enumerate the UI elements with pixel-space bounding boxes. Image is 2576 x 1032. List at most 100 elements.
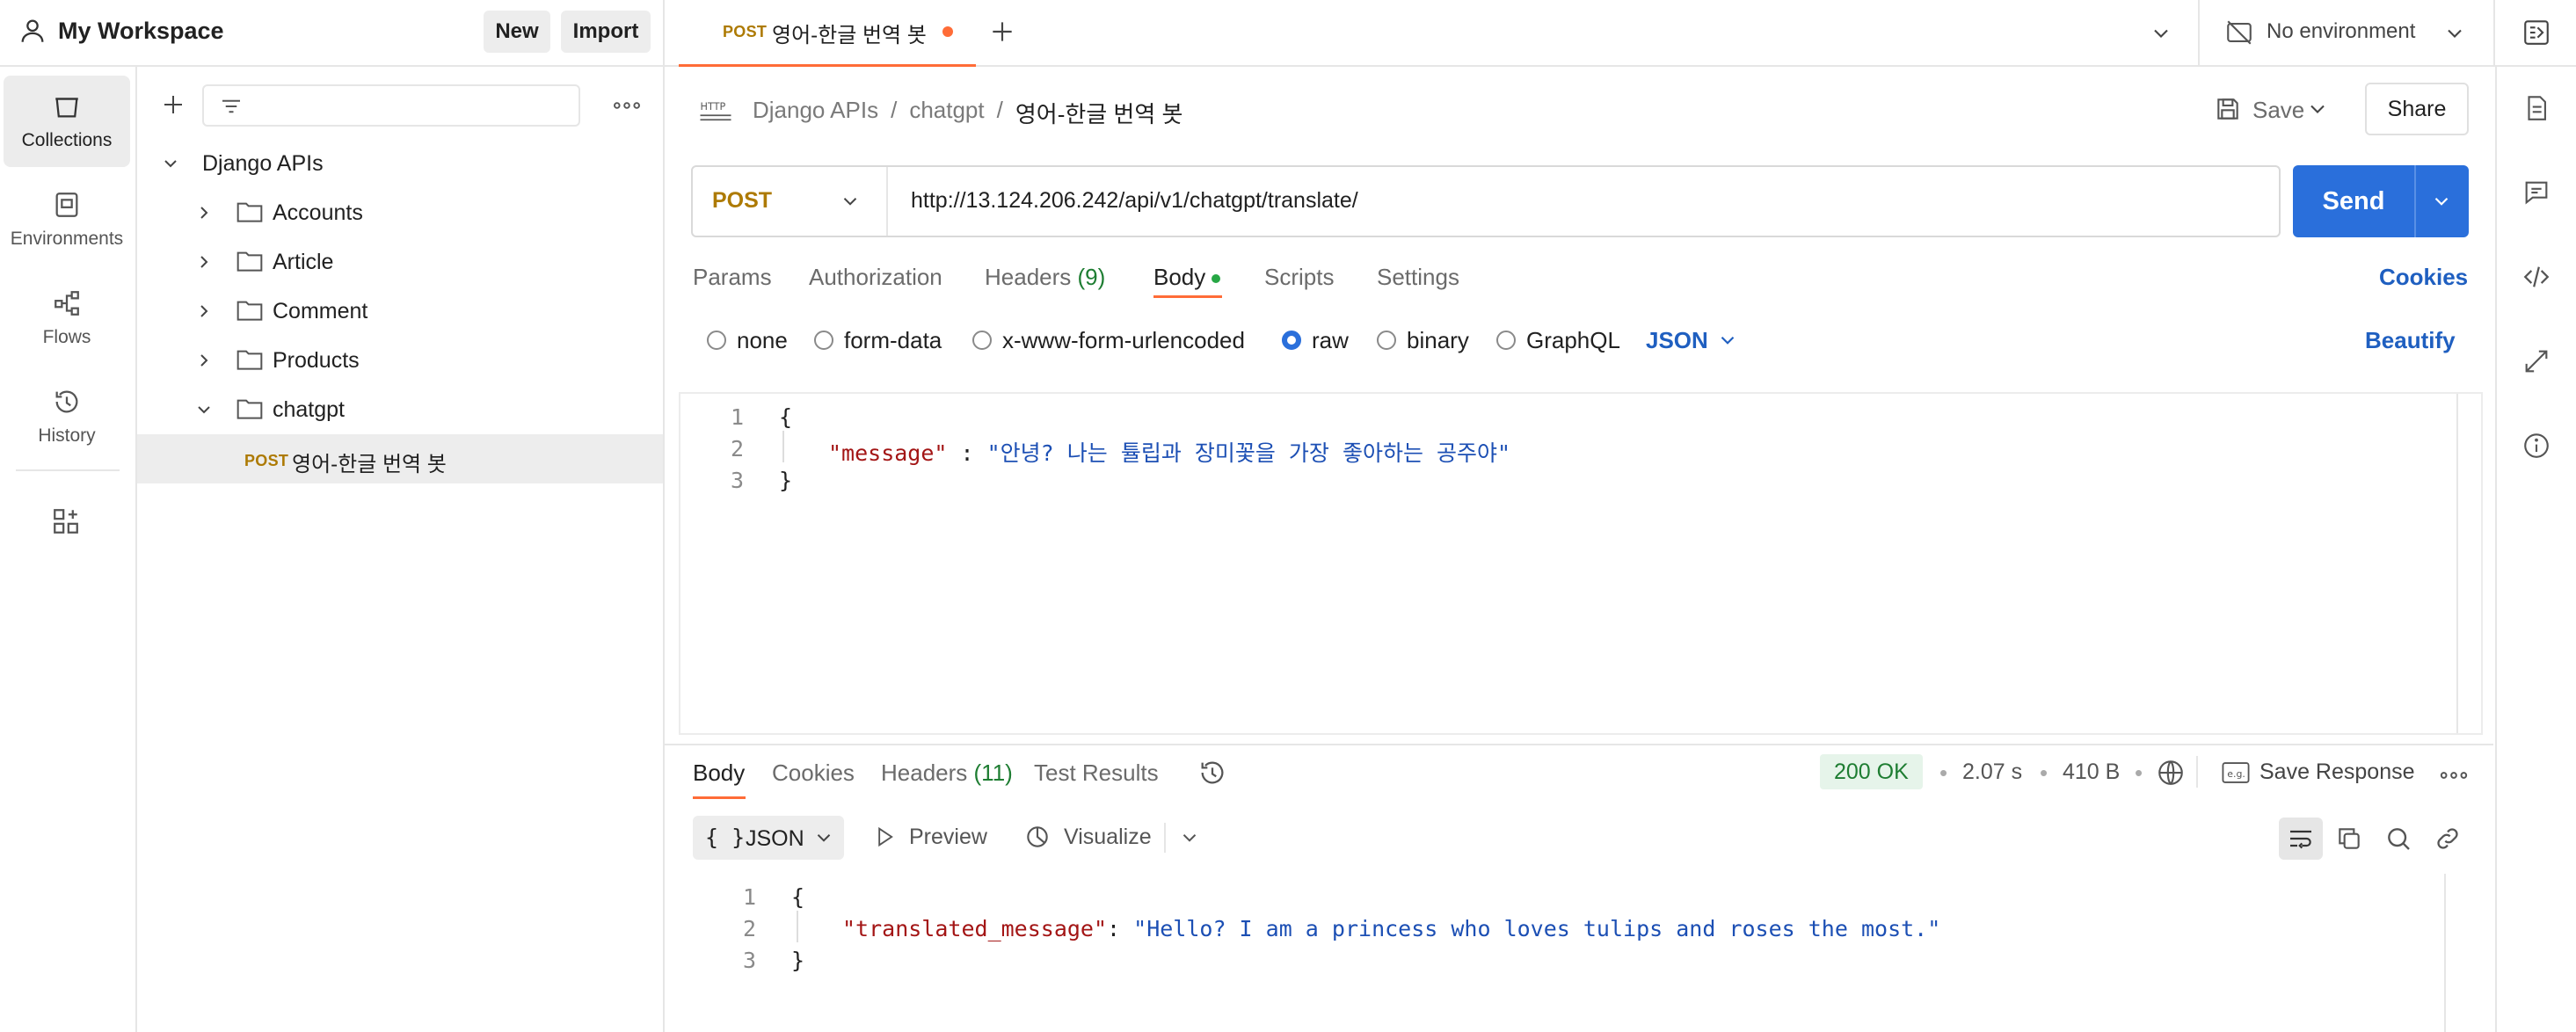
filter-icon xyxy=(218,93,244,120)
json-colon: : xyxy=(947,440,987,466)
method-select[interactable]: POST xyxy=(693,167,888,236)
related-collections-icon[interactable] xyxy=(2521,346,2551,376)
code-snippet-icon[interactable] xyxy=(2521,262,2551,292)
response-tab-test-results[interactable]: Test Results xyxy=(1034,759,1159,787)
search-icon[interactable] xyxy=(2384,825,2412,853)
add-collection-plus-icon[interactable] xyxy=(160,91,186,118)
json-value: "안녕? 나는 튤립과 장미꽃을 가장 좋아하는 공주야" xyxy=(986,440,1511,466)
share-button[interactable]: Share xyxy=(2365,83,2469,135)
braces-icon: { } xyxy=(705,825,746,850)
response-tab-body[interactable]: Body xyxy=(693,759,745,787)
breadcrumb-request[interactable]: 영어-한글 번역 봇 xyxy=(1015,97,1183,129)
link-icon[interactable] xyxy=(2434,825,2462,853)
send-dropdown-chevron-icon[interactable] xyxy=(2430,190,2453,213)
folder-label: Article xyxy=(273,250,334,274)
tab-body[interactable]: Body xyxy=(1153,264,1205,291)
more-options-icon[interactable] xyxy=(612,93,642,118)
radio-raw-label: raw xyxy=(1312,327,1349,353)
http-icon: HTTP xyxy=(698,97,733,123)
tab-authorization[interactable]: Authorization xyxy=(809,264,942,291)
breadcrumb: Django APIs / chatgpt / 영어-한글 번역 봇 xyxy=(753,97,1182,129)
request-item[interactable]: POST 영어-한글 번역 봇 xyxy=(137,434,663,483)
radio-none[interactable] xyxy=(707,331,726,350)
separator-dot: • xyxy=(2040,759,2048,786)
folder-accounts[interactable]: Accounts xyxy=(137,188,663,237)
folder-article[interactable]: Article xyxy=(137,237,663,287)
filter-input[interactable] xyxy=(202,84,580,127)
import-button[interactable]: Import xyxy=(561,11,651,53)
rail-collections[interactable]: Collections xyxy=(4,76,130,167)
environment-quicklook-icon[interactable] xyxy=(2521,18,2551,47)
folder-products[interactable]: Products xyxy=(137,336,663,385)
request-item-label: 영어-한글 번역 봇 xyxy=(292,453,447,476)
breadcrumb-collection[interactable]: Django APIs xyxy=(753,97,878,129)
tab-headers[interactable]: Headers (9) xyxy=(985,264,1105,291)
code-brace: { xyxy=(791,884,805,910)
response-history-icon[interactable] xyxy=(1197,758,1227,788)
tab-params[interactable]: Params xyxy=(693,264,772,291)
response-tab-headers[interactable]: Headers (11) xyxy=(881,759,1013,787)
info-icon[interactable] xyxy=(2521,431,2551,461)
response-tab-cookies[interactable]: Cookies xyxy=(772,759,855,787)
beautify-link[interactable]: Beautify xyxy=(2365,327,2456,354)
save-button[interactable]: Save xyxy=(2203,84,2304,134)
response-size[interactable]: 410 B xyxy=(2063,759,2120,785)
url-input[interactable]: http://13.124.206.242/api/v1/chatgpt/tra… xyxy=(911,188,1358,214)
line-number: 2 xyxy=(730,436,744,461)
tab-scripts[interactable]: Scripts xyxy=(1264,264,1334,291)
visualize-button[interactable]: Visualize xyxy=(1064,825,1152,850)
new-button[interactable]: New xyxy=(484,11,550,53)
code-brace: } xyxy=(791,948,805,973)
apps-grid-icon[interactable] xyxy=(51,506,81,536)
radio-graphql[interactable] xyxy=(1496,331,1516,350)
environment-selector[interactable]: No environment xyxy=(2212,0,2467,67)
environment-label: No environment xyxy=(2267,19,2416,43)
radio-urlencoded[interactable] xyxy=(972,331,992,350)
documentation-icon[interactable] xyxy=(2521,93,2551,123)
status-badge[interactable]: 200 OK xyxy=(1820,754,1923,789)
comments-icon[interactable] xyxy=(2521,178,2551,207)
wrap-lines-toggle[interactable] xyxy=(2279,818,2323,860)
tab-settings[interactable]: Settings xyxy=(1377,264,1459,291)
tab-title: 영어-한글 번역 봇 xyxy=(772,24,927,47)
copy-icon[interactable] xyxy=(2335,825,2363,853)
breadcrumb-folder[interactable]: chatgpt xyxy=(909,97,984,129)
send-button[interactable]: Send xyxy=(2293,165,2414,237)
svg-text:e.g.: e.g. xyxy=(2227,768,2245,780)
send-button-group: Send xyxy=(2293,165,2469,237)
visualize-dropdown-chevron-icon[interactable] xyxy=(1178,826,1201,849)
response-tab-headers-count: (11) xyxy=(973,759,1013,786)
rail-environments[interactable]: Environments xyxy=(4,174,130,265)
radio-binary[interactable] xyxy=(1377,331,1396,350)
collection-root[interactable]: Django APIs xyxy=(137,139,663,188)
flows-icon xyxy=(52,288,82,318)
rail-history[interactable]: History xyxy=(4,371,130,462)
response-time[interactable]: 2.07 s xyxy=(1962,759,2022,785)
folder-icon xyxy=(236,346,264,373)
radio-form-data[interactable] xyxy=(814,331,833,350)
user-icon xyxy=(18,16,47,46)
rail-flows[interactable]: Flows xyxy=(4,273,130,364)
cookies-link[interactable]: Cookies xyxy=(2379,264,2468,291)
save-response-button[interactable]: Save Response xyxy=(2259,759,2415,785)
folder-chatgpt[interactable]: chatgpt xyxy=(137,385,663,434)
globe-icon[interactable] xyxy=(2156,758,2186,788)
rail-environments-label: Environments xyxy=(10,229,124,249)
response-format-select[interactable]: { } JSON xyxy=(693,816,844,860)
line-number: 2 xyxy=(742,916,756,941)
request-body-editor[interactable]: 1 2 3 { "message" : "안녕? 나는 튤립과 장미꽃을 가장 … xyxy=(679,392,2483,735)
response-more-options-icon[interactable] xyxy=(2439,765,2469,786)
response-body-viewer[interactable]: 1 2 3 { "translated_message": "Hello? I … xyxy=(665,874,2493,1032)
workspace-name[interactable]: My Workspace xyxy=(58,18,224,45)
chevron-down-icon xyxy=(1716,329,1739,352)
folder-comment[interactable]: Comment xyxy=(137,287,663,336)
tab-active-indicator xyxy=(693,796,746,799)
tabs-dropdown-chevron-icon[interactable] xyxy=(2149,21,2173,46)
body-format-select[interactable]: JSON xyxy=(1646,327,1708,354)
new-tab-plus-icon[interactable] xyxy=(988,18,1016,46)
radio-binary-label: binary xyxy=(1407,327,1469,353)
save-dropdown-chevron-icon[interactable] xyxy=(2305,97,2330,121)
radio-raw[interactable] xyxy=(1282,331,1301,350)
preview-button[interactable]: Preview xyxy=(909,825,987,850)
request-tab[interactable]: POST 영어-한글 번역 봇 xyxy=(679,0,976,67)
